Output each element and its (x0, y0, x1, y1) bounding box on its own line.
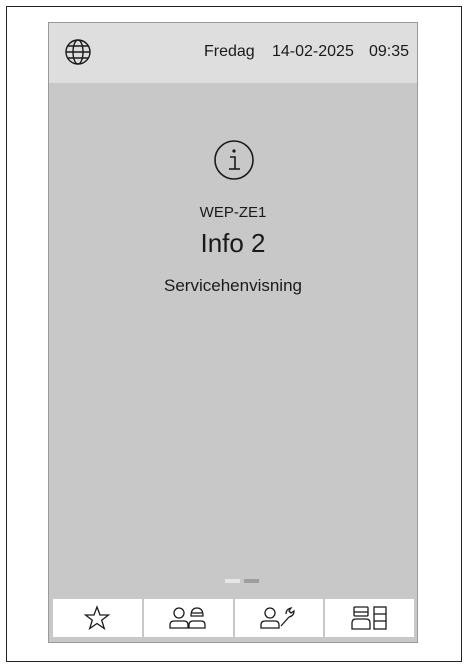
message-title: Info 2 (200, 228, 266, 258)
info-icon (213, 139, 255, 181)
time-label: 09:35 (369, 43, 410, 60)
service-button[interactable] (234, 599, 324, 637)
page-dot[interactable] (225, 579, 240, 583)
users-icon (169, 607, 206, 629)
status-bar: Fredag 14-02-2025 09:35 (49, 23, 417, 83)
globe-icon[interactable] (63, 37, 93, 67)
page-indicator (225, 579, 259, 583)
installer-button[interactable] (325, 599, 414, 637)
user-wrench-icon (260, 607, 295, 629)
day-label: Fredag (204, 43, 255, 60)
device-screen: Fredag 14-02-2025 09:35 WEP-ZE1 Info 2 S… (48, 22, 418, 643)
users-button[interactable] (143, 599, 233, 637)
star-icon (84, 605, 111, 631)
message-subtitle: Servicehenvisning (164, 276, 302, 295)
device-code: WEP-ZE1 (199, 204, 267, 221)
bottom-nav (53, 599, 414, 637)
date-label: 14-02-2025 (272, 43, 354, 60)
user-rack-icon (350, 606, 387, 630)
favorites-button[interactable] (53, 599, 142, 637)
page-dot-active[interactable] (244, 579, 259, 583)
